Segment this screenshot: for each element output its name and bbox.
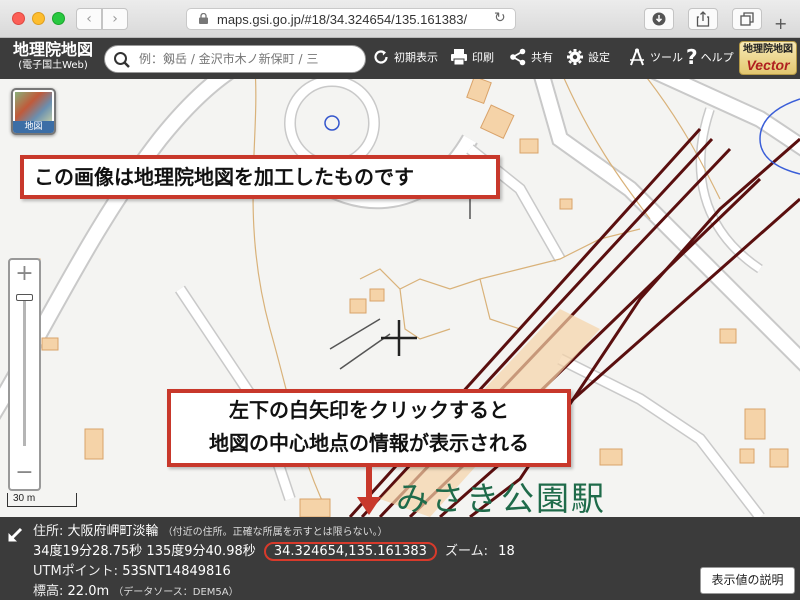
zoom-control: + −	[8, 258, 41, 491]
browser-chrome: ‹ › maps.gsi.go.jp/#18/34.324654/135.161…	[0, 0, 800, 38]
share-button[interactable]	[688, 8, 718, 30]
share-icon	[696, 11, 710, 27]
annotation-callout-bottom: 左下の白矢印をクリックすると 地図の中心地点の情報が表示される	[167, 389, 571, 467]
zoom-label: ズーム:	[445, 544, 489, 559]
forward-button[interactable]: ›	[102, 8, 128, 30]
search-input[interactable]	[139, 49, 361, 69]
help-label: ヘルプ	[700, 51, 734, 64]
collapse-arrow-icon[interactable]	[7, 527, 23, 543]
share-nodes-icon	[510, 48, 526, 66]
settings-button[interactable]: 設定	[566, 48, 610, 66]
utm-row: UTMポイント: 53SNT14849816	[33, 560, 231, 579]
scale-bar: 30 m	[7, 493, 77, 507]
address-row: 住所: 大阪府岬町淡輪 （付近の住所。正確な所属を示すとは限らない。）	[33, 520, 388, 539]
back-button[interactable]: ‹	[76, 8, 102, 30]
dms-coordinates: 34度19分28.75秒 135度9分40.98秒	[33, 544, 256, 559]
elevation-label: 標高:	[33, 584, 64, 599]
url-text: maps.gsi.go.jp/#18/34.324654/135.161383/	[217, 11, 468, 27]
download-icon	[652, 12, 666, 26]
zoom-out-button[interactable]: −	[10, 459, 39, 489]
app-header: 地理院地図 (電子国土Web) 初期表示 印刷 共有 設定 ツール ? ヘルプ …	[0, 38, 800, 79]
annotation-bottom-line1: 左下の白矢印をクリックすると	[229, 398, 509, 422]
lock-icon	[199, 13, 208, 24]
logo-subtitle: (電子国土Web)	[18, 60, 88, 71]
address-label: 住所:	[33, 524, 64, 539]
annotation-top-text: この画像は地理院地図を加工したものです	[34, 165, 414, 189]
zoom-window-button[interactable]	[52, 12, 65, 25]
search-icon[interactable]	[113, 51, 131, 69]
address-value: 大阪府岬町淡輪	[67, 524, 159, 539]
utm-value: 53SNT14849816	[122, 564, 231, 579]
vector-logo[interactable]: 地理院地図 Vector	[739, 41, 797, 75]
refresh-icon	[374, 50, 388, 64]
initial-view-label: 初期表示	[394, 51, 438, 64]
print-label: 印刷	[472, 51, 494, 64]
download-button[interactable]	[644, 8, 674, 30]
new-tab-icon[interactable]: +	[774, 14, 787, 33]
address-bar[interactable]: maps.gsi.go.jp/#18/34.324654/135.161383/	[186, 8, 516, 30]
tabs-icon	[740, 12, 754, 26]
explain-values-button[interactable]: 表示値の説明	[700, 567, 795, 594]
forward-icon: ›	[112, 11, 118, 27]
annotation-callout-top: この画像は地理院地図を加工したものです	[20, 155, 500, 199]
tools-label: ツール	[650, 51, 683, 64]
elevation-note: （データソース：DEM5A）	[113, 587, 239, 598]
position-info-panel: 住所: 大阪府岬町淡輪 （付近の住所。正確な所属を示すとは限らない。） 34度1…	[0, 517, 800, 600]
center-crosshair-icon	[381, 320, 417, 356]
close-window-button[interactable]	[12, 12, 25, 25]
elevation-row: 標高: 22.0m （データソース：DEM5A）	[33, 580, 239, 599]
layer-label: 地図	[13, 121, 54, 133]
decimal-coordinates: 34.324654,135.161383	[263, 542, 437, 561]
site-logo[interactable]: 地理院地図 (電子国土Web)	[4, 41, 102, 72]
layer-thumbnail	[15, 92, 52, 121]
help-button[interactable]: ? ヘルプ	[686, 45, 734, 69]
annotation-arrow-down-icon	[357, 467, 381, 515]
help-question-icon: ?	[686, 45, 698, 69]
zoom-slider-track[interactable]	[23, 296, 26, 446]
minimize-window-button[interactable]	[32, 12, 45, 25]
zoom-value: 18	[498, 544, 515, 559]
reload-icon[interactable]: ↻	[494, 10, 506, 26]
layer-selector-button[interactable]: 地図	[11, 88, 56, 135]
printer-icon	[451, 49, 467, 66]
vector-logo-top: 地理院地図	[743, 44, 793, 55]
map-view[interactable]: 地図 + − 30 m みさき公園駅 この画像は地理院地図を加工したものです 左…	[0, 79, 800, 517]
vector-logo-bottom: Vector	[746, 57, 790, 73]
logo-title: 地理院地図	[12, 42, 93, 59]
share-label: 共有	[531, 51, 553, 64]
zoom-slider-handle[interactable]	[16, 294, 33, 301]
station-label: みさき公園駅	[396, 479, 606, 517]
roundabout	[284, 79, 380, 171]
utm-label: UTMポイント:	[33, 564, 119, 579]
zoom-in-button[interactable]: +	[10, 260, 39, 288]
back-icon: ‹	[86, 11, 92, 27]
tabs-button[interactable]	[732, 8, 762, 30]
coordinates-row: 34度19分28.75秒 135度9分40.98秒 34.324654,135.…	[33, 540, 515, 561]
scale-label: 30 m	[13, 493, 36, 504]
tools-button[interactable]: ツール	[628, 48, 683, 66]
settings-label: 設定	[588, 51, 610, 64]
elevation-value: 22.0m	[67, 584, 110, 599]
drafting-compass-icon	[630, 48, 644, 66]
initial-view-button[interactable]: 初期表示	[372, 48, 438, 66]
search-box	[104, 45, 366, 73]
gear-icon	[567, 49, 583, 65]
print-button[interactable]: 印刷	[450, 48, 494, 66]
share-map-button[interactable]: 共有	[509, 48, 553, 66]
address-note: （付近の住所。正確な所属を示すとは限らない。）	[162, 527, 388, 538]
annotation-bottom-line2: 地図の中心地点の情報が表示される	[209, 431, 529, 455]
